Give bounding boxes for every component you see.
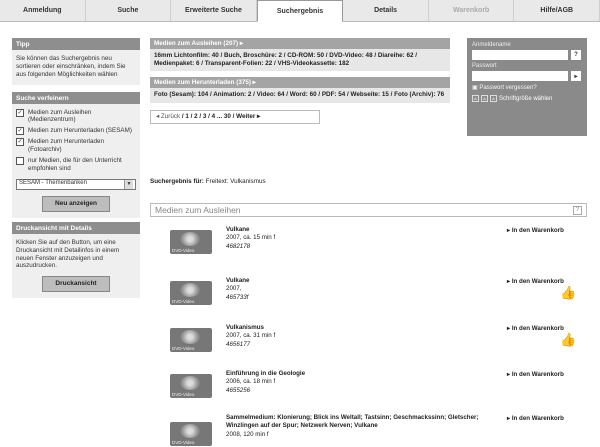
result-item: DVD-Video Sammelmedium: Klonierung; Blic… bbox=[170, 414, 590, 447]
result-meta: 2007, bbox=[226, 285, 242, 293]
result-text: Vulkanismus 2007, ca. 31 min f 4656177 bbox=[226, 324, 536, 349]
result-title[interactable]: Vulkanismus bbox=[226, 324, 536, 332]
tipp-text: Sie können das Suchergebnis neu sortiere… bbox=[12, 50, 140, 85]
top-navigation: Anmeldung Suche Erweiterte Suche Sucherg… bbox=[0, 0, 600, 22]
font-small-button[interactable]: A bbox=[472, 95, 479, 102]
tab-suchergebnis[interactable]: Suchergebnis bbox=[256, 0, 344, 22]
dvd-video-icon: DVD-Video bbox=[170, 328, 212, 352]
filter-recommended[interactable]: nur Medien, die für den Unterricht empfo… bbox=[16, 157, 136, 173]
sidebar: Tipp Sie können das Suchergebnis neu sor… bbox=[12, 38, 140, 299]
result-code: 465733f bbox=[226, 293, 249, 301]
download-media-breakdown: Foto (Sesam): 104 / Animation: 2 / Video… bbox=[150, 88, 450, 103]
add-to-cart-link[interactable]: ▸ In den Warenkorb bbox=[507, 325, 564, 332]
result-meta: 2007, ca. 31 min f bbox=[226, 332, 276, 340]
dvd-video-icon: DVD-Video bbox=[170, 281, 212, 305]
forgot-password-link[interactable]: ▣ Passwort vergessen? bbox=[472, 84, 582, 91]
add-to-cart-link[interactable]: ▸ In den Warenkorb bbox=[507, 371, 564, 378]
refresh-button[interactable]: Neu anzeigen bbox=[42, 195, 110, 212]
result-title[interactable]: Sammelmedium: Klonierung; Blick ins Welt… bbox=[226, 414, 496, 431]
search-query: Suchergebnis für: Freitext: Vulkanismus bbox=[150, 178, 266, 185]
print-box: Klicken Sie auf den Button, um eine Druc… bbox=[12, 233, 140, 299]
download-media-heading[interactable]: Medien zum Herunterladen (375) ▸ bbox=[150, 77, 450, 89]
refine-heading: Suche verfeinern bbox=[12, 91, 140, 104]
font-size-label: Schriftgröße wählen bbox=[499, 95, 553, 102]
pagination: ◂ Zurück / 1 / 2 / 3 / 4 ... 30 / Weiter… bbox=[150, 109, 320, 124]
checkbox[interactable]: ✓ bbox=[16, 138, 24, 147]
results-summary: Medien zum Ausleihen (207) ▸ 16mm Lichto… bbox=[150, 38, 450, 124]
result-code: 4682178 bbox=[226, 242, 251, 250]
filter-label: Medien zum Ausleihen (Medienzentrum) bbox=[28, 108, 92, 124]
tab-hilfe-agb[interactable]: Hilfe/AGB bbox=[514, 0, 600, 21]
select-value: SESAM - Themenbanken bbox=[19, 180, 87, 187]
font-medium-button[interactable]: A bbox=[481, 95, 488, 102]
add-to-cart-link[interactable]: ▸ In den Warenkorb bbox=[507, 227, 564, 234]
result-code: 4656177 bbox=[226, 340, 251, 348]
tab-erweiterte-suche[interactable]: Erweiterte Suche bbox=[171, 0, 257, 21]
checkbox[interactable]: ✓ bbox=[16, 108, 24, 117]
loan-media-breakdown: 16mm Lichtonfilm: 40 / Buch, Broschüre: … bbox=[150, 49, 450, 72]
tab-warenkorb: Warenkorb bbox=[429, 0, 515, 21]
filter-sesam[interactable]: ✓ Medien zum Herunterladen (SESAM) bbox=[16, 127, 136, 136]
result-item: DVD-Video Vulkane 2007, ca. 15 min f 468… bbox=[170, 226, 590, 264]
tipp-heading: Tipp bbox=[12, 38, 140, 50]
add-to-cart-link[interactable]: ▸ In den Warenkorb bbox=[507, 278, 564, 285]
result-item: DVD-Video Vulkanismus 2007, ca. 31 min f… bbox=[170, 324, 590, 362]
pager-next[interactable]: Weiter ▸ bbox=[236, 113, 260, 120]
add-to-cart-link[interactable]: ▸ In den Warenkorb bbox=[507, 415, 564, 422]
filter-loan[interactable]: ✓ Medien zum Ausleihen (Medienzentrum) bbox=[16, 108, 136, 125]
dvd-video-icon: DVD-Video bbox=[170, 230, 212, 254]
thumbs-up-icon: 👍 bbox=[560, 332, 577, 347]
checkbox[interactable] bbox=[16, 157, 24, 166]
results-title: Medien zum Ausleihen bbox=[155, 205, 241, 215]
result-text: Vulkane 2007, ca. 15 min f 4682178 bbox=[226, 226, 536, 251]
result-code: 4655256 bbox=[226, 386, 251, 394]
result-meta: 2007, ca. 15 min f bbox=[226, 234, 276, 242]
tab-details[interactable]: Details bbox=[343, 0, 429, 21]
filter-label: nur Medien, die für den Unterricht empfo… bbox=[28, 157, 122, 172]
login-submit-button[interactable]: ▸ bbox=[571, 71, 581, 81]
filter-fotoarchiv[interactable]: ✓ Medien zum Herunterladen (Fotoarchiv) bbox=[16, 138, 136, 154]
print-text: Klicken Sie auf den Button, um eine Druc… bbox=[16, 238, 120, 270]
search-value: Freitext: Vulkanismus bbox=[205, 178, 266, 185]
thumbs-up-icon: 👍 bbox=[560, 285, 577, 300]
result-item: DVD-Video Einführung in die Geologie 200… bbox=[170, 370, 590, 408]
dvd-video-icon: DVD-Video bbox=[170, 374, 212, 398]
password-input[interactable] bbox=[472, 71, 568, 81]
password-label: Passwort bbox=[472, 63, 497, 69]
pager-pages[interactable]: / 1 / 2 / 3 / 4 ... 30 / bbox=[182, 113, 235, 120]
result-text: Einführung in die Geologie 2006, ca. 18 … bbox=[226, 370, 536, 395]
tab-suche[interactable]: Suche bbox=[86, 0, 172, 21]
chevron-down-icon[interactable]: ▼ bbox=[124, 179, 133, 189]
print-heading: Druckansicht mit Details bbox=[12, 221, 140, 234]
tab-anmeldung[interactable]: Anmeldung bbox=[0, 0, 86, 21]
result-item: DVD-Video Vulkane 2007, 465733f ▸ In den… bbox=[170, 277, 590, 315]
loan-media-heading[interactable]: Medien zum Ausleihen (207) ▸ bbox=[150, 38, 450, 49]
filter-label: Medien zum Herunterladen (Fotoarchiv) bbox=[28, 138, 104, 154]
checkbox[interactable]: ✓ bbox=[16, 127, 24, 136]
filter-label: Medien zum Herunterladen (SESAM) bbox=[28, 127, 132, 135]
results-section-header: Medien zum Ausleihen ? bbox=[150, 203, 587, 217]
pager-back[interactable]: ◂ Zurück bbox=[156, 113, 180, 120]
username-input[interactable] bbox=[472, 50, 568, 60]
result-title[interactable]: Vulkane bbox=[226, 226, 536, 234]
result-meta: 2006, ca. 18 min f bbox=[226, 378, 276, 386]
help-icon[interactable]: ? bbox=[573, 205, 582, 215]
result-title[interactable]: Einführung in die Geologie bbox=[226, 370, 536, 378]
result-text: Vulkane 2007, 465733f bbox=[226, 277, 536, 302]
font-size-selector: A A A Schriftgröße wählen bbox=[472, 95, 582, 102]
help-icon[interactable]: ? bbox=[571, 50, 581, 60]
result-meta: 2008, 120 min f bbox=[226, 430, 269, 438]
theme-select[interactable]: SESAM - Themenbanken ▼ bbox=[16, 178, 136, 190]
refine-box: ✓ Medien zum Ausleihen (Medienzentrum) ✓… bbox=[12, 103, 140, 218]
dvd-video-icon: DVD-Video bbox=[170, 422, 212, 446]
font-large-button[interactable]: A bbox=[490, 95, 497, 102]
username-label: Anmeldename bbox=[472, 42, 511, 48]
print-button[interactable]: Druckansicht bbox=[42, 276, 110, 293]
result-title[interactable]: Vulkane bbox=[226, 277, 536, 285]
search-label: Suchergebnis für: bbox=[150, 178, 204, 185]
login-panel: Anmeldename ? Passwort ▸ ▣ Passwort verg… bbox=[467, 38, 587, 136]
result-text: Sammelmedium: Klonierung; Blick ins Welt… bbox=[226, 414, 496, 439]
